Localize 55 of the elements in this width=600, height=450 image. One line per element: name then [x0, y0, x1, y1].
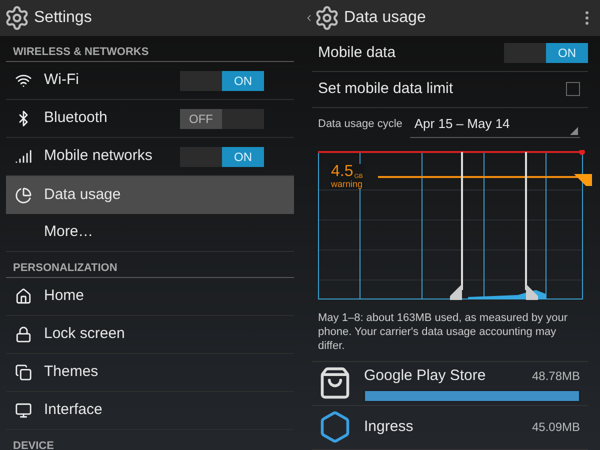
item-label: Bluetooth	[44, 108, 108, 128]
warning-value: 4.5	[331, 164, 354, 180]
hexagon-icon	[318, 410, 352, 444]
settings-item[interactable]: Bluetooth OFF	[6, 100, 294, 138]
item-label: More…	[44, 222, 94, 242]
section-header: DEVICE	[12, 441, 55, 450]
limit-line[interactable]	[318, 150, 585, 155]
pie-chart-icon	[14, 186, 32, 204]
settings-item[interactable]: Wi-Fi ON	[6, 62, 294, 100]
item-label: Data usage	[44, 184, 122, 205]
item-label: Home	[44, 286, 86, 306]
section-header: PERSONALIZATION	[12, 263, 118, 274]
settings-item[interactable]: Lock screen	[6, 316, 294, 354]
app-usage: 45.09MB	[532, 419, 580, 436]
settings-item[interactable]: Data usage	[6, 176, 294, 214]
warning-line[interactable]	[378, 174, 592, 186]
switch-label: OFF	[180, 108, 222, 128]
item-label: Themes	[44, 362, 100, 382]
usage-note: May 1–8: about 163MB used, as measured by your phone. Your carrier's data usage accounting may differ.	[318, 310, 568, 353]
settings-item[interactable]: Interface	[6, 392, 294, 430]
screen-title: Data usage	[344, 8, 427, 28]
shopping-bag-icon	[318, 366, 352, 400]
screen-icon	[14, 402, 32, 419]
cycle-label: Data usage cycle	[318, 117, 402, 132]
settings-item[interactable]: Home	[6, 278, 294, 316]
cycle-end-handle[interactable]	[525, 152, 538, 300]
item-label: Lock screen	[44, 324, 126, 344]
item-label: Interface	[44, 400, 104, 420]
wifi-icon	[14, 72, 32, 89]
checkbox[interactable]	[566, 82, 580, 96]
switch-label: ON	[546, 43, 588, 64]
item-label: Mobile networks	[44, 146, 154, 166]
app-usage: 48.78MB	[532, 368, 580, 385]
house-icon	[14, 288, 32, 305]
settings-icon[interactable]	[4, 5, 30, 31]
screen-title: Settings	[34, 8, 92, 28]
item-label: Wi-Fi	[44, 70, 80, 90]
signal-bars-icon	[14, 148, 32, 165]
app-name: Ingress	[364, 417, 414, 438]
settings-icon[interactable]	[314, 5, 340, 31]
cycle-start-handle[interactable]	[450, 152, 463, 300]
dropdown-corner-icon	[570, 126, 578, 135]
cycle-dropdown[interactable]: Apr 15 – May 14	[410, 112, 580, 138]
mobile-data-label: Mobile data	[318, 43, 397, 64]
switch-label: ON	[222, 70, 264, 90]
switch-label: ON	[222, 146, 264, 166]
settings-item[interactable]: More…	[6, 214, 294, 252]
data-limit-label: Set mobile data limit	[318, 79, 454, 100]
section-header: WIRELESS & NETWORKS	[12, 47, 150, 58]
toggle-switch[interactable]: OFF	[180, 108, 264, 128]
app-name: Google Play Store	[364, 366, 486, 386]
overlapping-squares-icon	[14, 364, 32, 381]
padlock-icon	[14, 326, 32, 343]
warning-label: warning	[331, 180, 363, 189]
settings-item[interactable]: Themes	[6, 354, 294, 392]
